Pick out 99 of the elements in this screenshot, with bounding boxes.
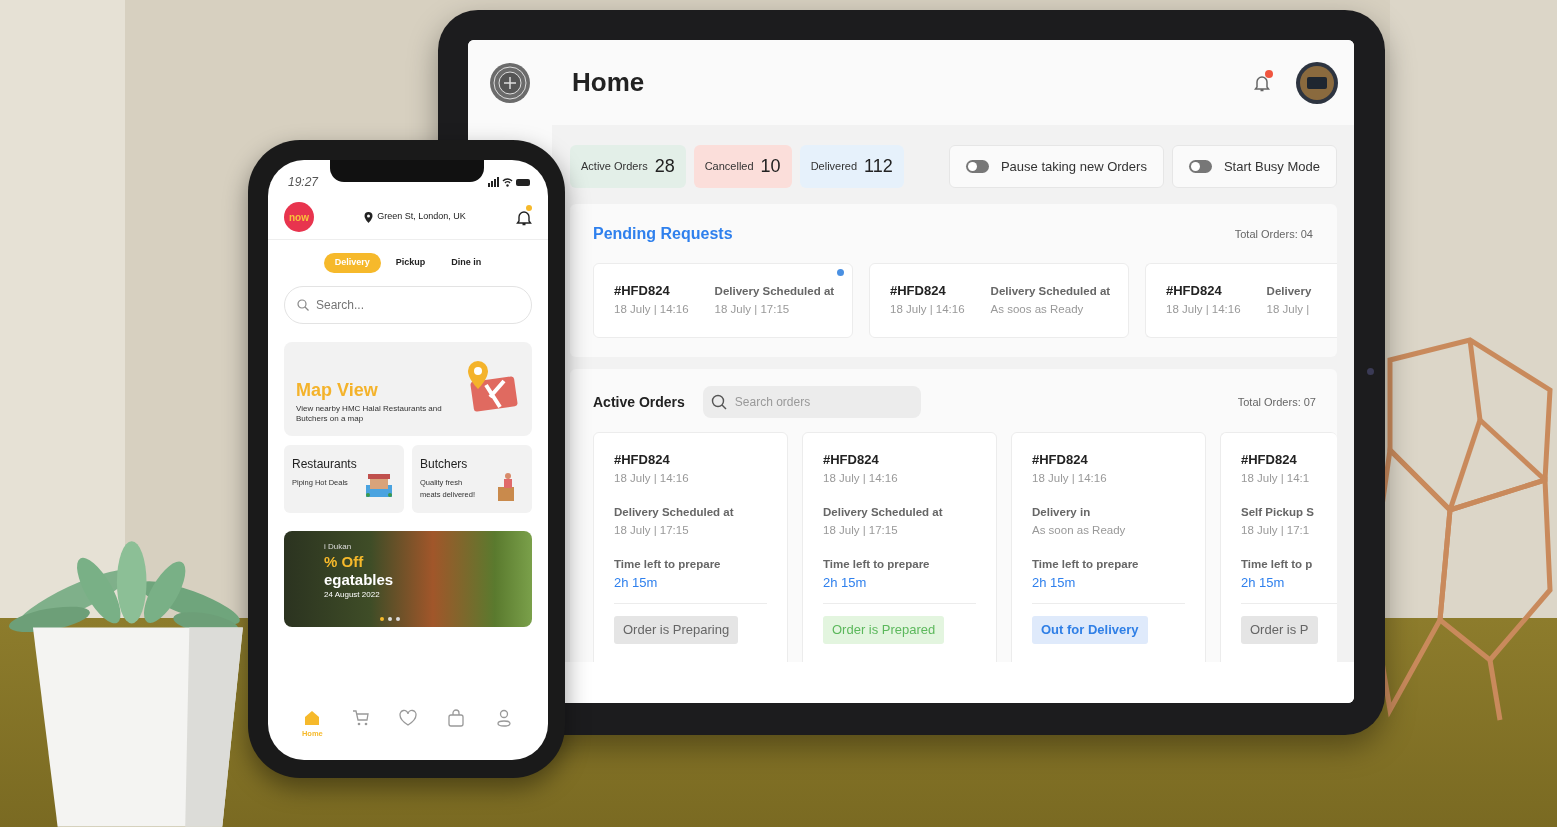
avatar[interactable] bbox=[1296, 61, 1338, 104]
order-time: 18 July | 14:16 bbox=[614, 302, 689, 317]
stat-value: 112 bbox=[864, 155, 893, 178]
order-time: 18 July | 14:16 bbox=[614, 471, 690, 486]
map-view-card[interactable]: Map View View nearby HMC Halal Restaurants and Butchers on a map bbox=[284, 341, 532, 436]
order-card[interactable]: #HFD824 18 July | 14:16 Delivery Scheduled at 18 July | 17:15 Time left to prepare 2h 15m Order is Prepared bbox=[802, 432, 997, 662]
card-description: View nearby HMC Halal Restaurants and Butchers on a map bbox=[296, 403, 443, 425]
order-card[interactable]: #HFD824 18 July | 14:1 Self Pickup S 18 July | 17:1 Time left to p 2h 15m Order is P bbox=[1220, 432, 1337, 662]
time-left: 2h 15m bbox=[1241, 574, 1286, 592]
time-label: Time left to p bbox=[1241, 557, 1314, 572]
order-type-tab[interactable]: Pickup bbox=[384, 253, 437, 273]
order-time: 18 July | 14:16 bbox=[890, 302, 965, 317]
location-text[interactable]: Green St, London, UK bbox=[377, 210, 466, 224]
store-name: i Dukan bbox=[324, 540, 353, 553]
banner-headline: % Off bbox=[324, 552, 365, 571]
order-id: #HFD824 bbox=[890, 282, 947, 300]
banner-subhead: egatables bbox=[324, 570, 395, 589]
stat-label: Active Orders bbox=[581, 159, 648, 175]
schedule-label: Delivery Scheduled at bbox=[714, 284, 835, 299]
stat-tile[interactable]: Active Orders 28 bbox=[570, 145, 686, 188]
schedule-time: As soon as Ready bbox=[1032, 523, 1127, 538]
order-id: #HFD824 bbox=[1166, 282, 1223, 300]
time-left: 2h 15m bbox=[614, 574, 659, 592]
bottom-nav-tab[interactable] bbox=[398, 708, 419, 728]
time-left: 2h 15m bbox=[823, 574, 868, 592]
schedule-time: 18 July | 17:1 bbox=[1241, 523, 1311, 538]
toggle-label: Pause taking new Orders bbox=[1000, 157, 1147, 176]
order-card[interactable]: #HFD824 18 July | 14:16 Delivery Scheduled at 18 July | 17:15 Time left to prepare 2h 15m Order is Preparing bbox=[593, 432, 788, 662]
location-pin-icon bbox=[364, 211, 374, 223]
search-field[interactable]: Search... bbox=[284, 285, 532, 324]
search-icon bbox=[297, 298, 309, 311]
time-label: Time left to prepare bbox=[614, 557, 722, 572]
schedule-time: As soos as Ready bbox=[990, 302, 1085, 317]
camera-dot bbox=[1367, 368, 1374, 375]
card-title: Butchers bbox=[420, 455, 469, 473]
order-time: 18 July | 14:1 bbox=[1241, 471, 1311, 486]
request-card[interactable]: #HFD824 18 July | 14:16 Delivery 18 July | bbox=[1145, 263, 1337, 338]
schedule-label: Delivery Scheduled at bbox=[990, 284, 1111, 299]
search-icon bbox=[710, 394, 727, 410]
order-time: 18 July | 14:16 bbox=[1032, 471, 1108, 486]
status-badge: Order is P bbox=[1241, 616, 1318, 644]
time-left: 2h 15m bbox=[1032, 574, 1077, 592]
promo-banner[interactable]: i Dukan % Off egatables 24 August 2022 bbox=[284, 530, 532, 627]
schedule-label: Self Pickup S bbox=[1241, 505, 1315, 520]
schedule-label: Delivery Scheduled at bbox=[614, 505, 735, 520]
emblem-logo-icon bbox=[489, 62, 531, 104]
status-badge: Order is Prepared bbox=[823, 616, 945, 644]
schedule-time: 18 July | 17:15 bbox=[823, 523, 899, 538]
heart-icon bbox=[398, 708, 419, 728]
page-title: Home bbox=[572, 66, 645, 99]
bottom-nav-tab[interactable] bbox=[350, 708, 371, 728]
stat-value: 28 bbox=[654, 155, 675, 178]
request-card[interactable]: #HFD824 18 July | 14:16 Delivery Scheduled at As soos as Ready bbox=[869, 263, 1129, 338]
schedule-label: Delivery in bbox=[1032, 505, 1092, 520]
stat-tile[interactable]: Cancelled 10 bbox=[693, 145, 792, 188]
carousel-dot[interactable] bbox=[388, 616, 392, 621]
card-title: Map View bbox=[296, 378, 379, 402]
bag-icon bbox=[446, 708, 467, 728]
stat-value: 10 bbox=[760, 155, 781, 178]
cart-icon bbox=[350, 708, 371, 728]
time-label: Time left to prepare bbox=[823, 557, 931, 572]
request-card[interactable]: #HFD824 18 July | 14:16 Delivery Scheduled at 18 July | 17:15 bbox=[593, 263, 853, 338]
status-badge: Order is Preparing bbox=[614, 616, 739, 644]
order-id: #HFD824 bbox=[1241, 451, 1298, 469]
order-id: #HFD824 bbox=[823, 451, 880, 469]
order-id: #HFD824 bbox=[614, 451, 671, 469]
order-type-tab[interactable]: Dine in bbox=[440, 253, 493, 273]
stat-label: Cancelled bbox=[704, 159, 754, 175]
carousel-dot[interactable] bbox=[396, 616, 400, 621]
order-card[interactable]: #HFD824 18 July | 14:16 Delivery in As soon as Ready Time left to prepare 2h 15m Out for Delivery bbox=[1011, 432, 1206, 662]
stat-label: Delivered bbox=[810, 159, 858, 175]
order-id: #HFD824 bbox=[1032, 451, 1089, 469]
notification-bell-icon[interactable] bbox=[516, 209, 532, 227]
status-badge: Out for Delivery bbox=[1032, 616, 1148, 644]
stat-tile[interactable]: Delivered 112 bbox=[799, 145, 904, 188]
schedule-label: Delivery Scheduled at bbox=[823, 505, 944, 520]
bottom-nav-tab[interactable] bbox=[446, 708, 467, 728]
order-id: #HFD824 bbox=[614, 282, 671, 300]
schedule-time: 18 July | 17:15 bbox=[614, 523, 690, 538]
toggle-switch[interactable] bbox=[965, 160, 989, 173]
section-title: Pending Requests bbox=[593, 224, 733, 244]
schedule-time: 18 July | bbox=[1266, 302, 1311, 317]
section-title: Active Orders bbox=[593, 392, 685, 412]
order-time: 18 July | 14:16 bbox=[1166, 302, 1241, 317]
status-time: 19:27 bbox=[288, 173, 319, 191]
app-logo: now bbox=[284, 202, 314, 232]
schedule-label: Delivery bbox=[1266, 284, 1312, 299]
total-orders-text: Total Orders: 04 bbox=[1234, 226, 1313, 242]
toggle-label: Start Busy Mode bbox=[1223, 157, 1320, 176]
banner-date: 24 August 2022 bbox=[324, 588, 381, 601]
status-icons-drawing bbox=[488, 176, 532, 187]
toggle-switch[interactable] bbox=[1188, 160, 1212, 173]
order-time: 18 July | 14:16 bbox=[823, 471, 899, 486]
carousel-dot[interactable] bbox=[380, 616, 384, 621]
schedule-time: 18 July | 17:15 bbox=[714, 302, 791, 317]
search-orders-field[interactable]: Search orders bbox=[702, 386, 921, 418]
total-orders-text: Total Orders: 07 bbox=[1237, 394, 1316, 410]
card-title: Restaurants bbox=[292, 455, 357, 473]
time-label: Time left to prepare bbox=[1032, 557, 1140, 572]
